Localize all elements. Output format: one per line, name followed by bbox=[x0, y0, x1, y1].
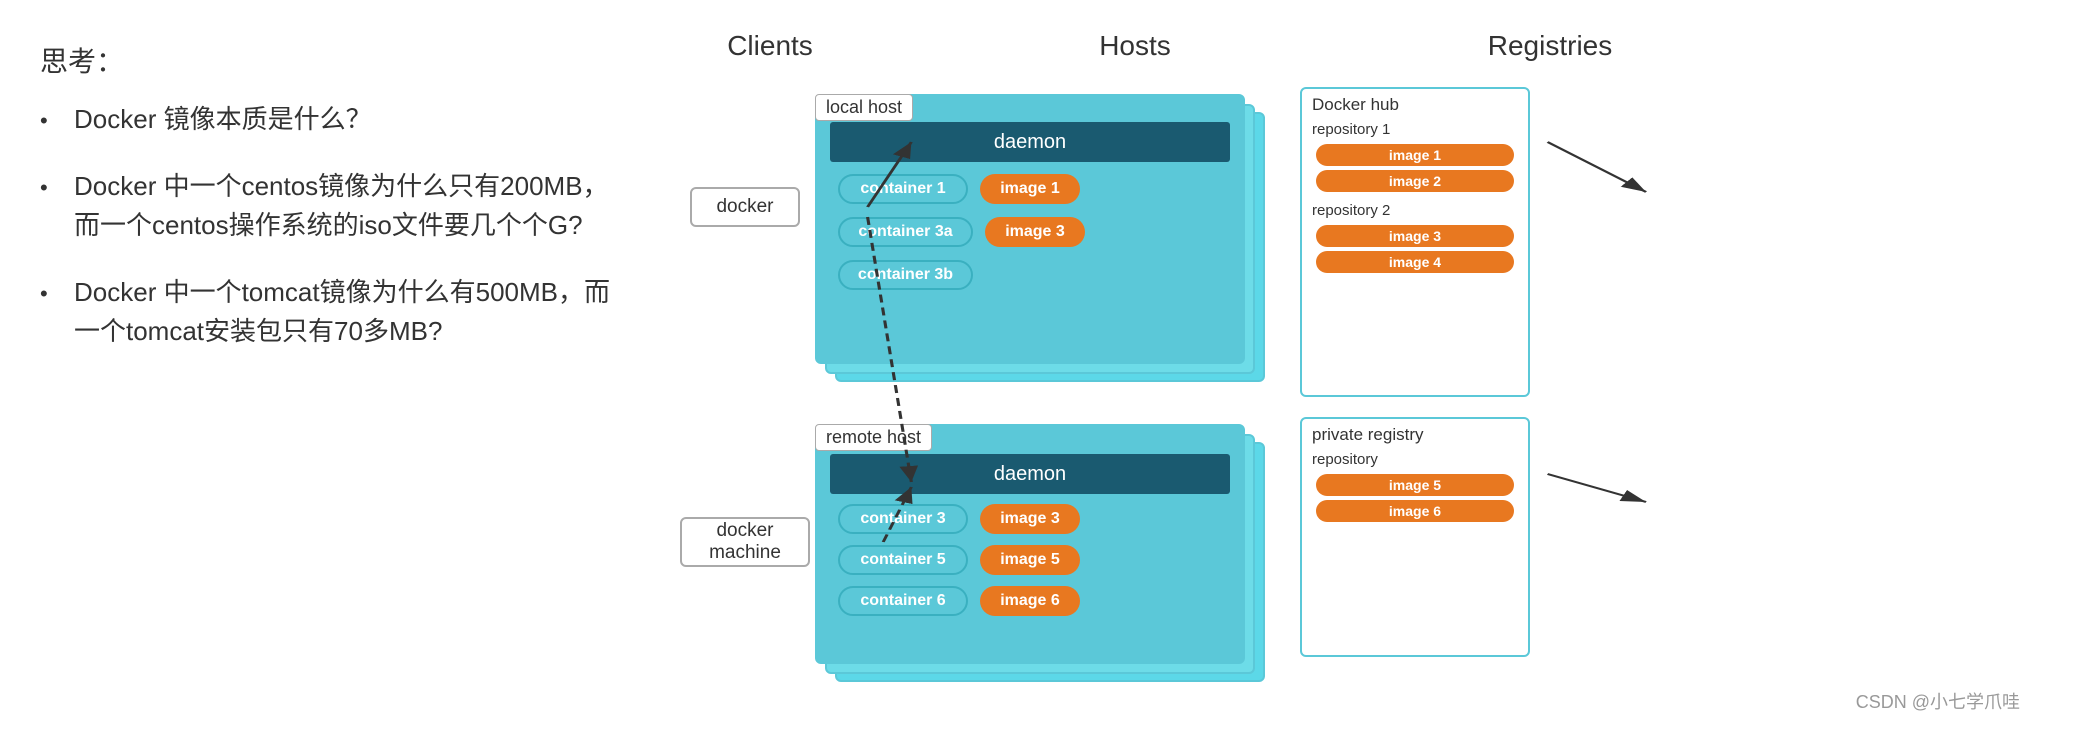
image-6: image 6 bbox=[980, 586, 1080, 616]
docker-hub-title: Docker hub bbox=[1302, 89, 1528, 117]
diagram-panel: Clients Hosts Registries local host remo… bbox=[680, 30, 2040, 724]
page-container: 思考： • Docker 镜像本质是什么？ • Docker 中一个centos… bbox=[0, 0, 2080, 754]
list-item: • Docker 中一个tomcat镜像为什么有500MB，而一个tomcat安… bbox=[40, 273, 620, 351]
container-3-remote: container 3 bbox=[838, 504, 968, 534]
daemon-local: daemon bbox=[830, 122, 1230, 162]
left-panel: 思考： • Docker 镜像本质是什么？ • Docker 中一个centos… bbox=[40, 30, 620, 724]
container-1: container 1 bbox=[838, 174, 968, 204]
private-repo-label: repository bbox=[1302, 447, 1528, 470]
repo2-image4: image 4 bbox=[1316, 251, 1514, 273]
bullet-dot: • bbox=[40, 171, 60, 204]
thinking-title: 思考： bbox=[40, 40, 620, 80]
private-registry-box: private registry repository image 5 imag… bbox=[1300, 417, 1530, 657]
bullet-text-1: Docker 镜像本质是什么？ bbox=[74, 100, 372, 139]
list-item: • Docker 中一个centos镜像为什么只有200MB，而一个centos… bbox=[40, 167, 620, 245]
private-registry-title: private registry bbox=[1302, 419, 1528, 447]
docker-machine-client: dockermachine bbox=[680, 517, 810, 567]
container-5: container 5 bbox=[838, 545, 968, 575]
private-image5: image 5 bbox=[1316, 474, 1514, 496]
bullet-dot: • bbox=[40, 104, 60, 137]
local-host-label: local host bbox=[815, 94, 913, 121]
registries-header: Registries bbox=[1410, 30, 1690, 62]
clients-header: Clients bbox=[680, 30, 860, 62]
bullet-text-3: Docker 中一个tomcat镜像为什么有500MB，而一个tomcat安装包… bbox=[74, 273, 620, 351]
list-item: • Docker 镜像本质是什么？ bbox=[40, 100, 620, 139]
container-3b: container 3b bbox=[838, 260, 973, 290]
image-3-remote: image 3 bbox=[980, 504, 1080, 534]
repo1-image2: image 2 bbox=[1316, 170, 1514, 192]
docker-client: docker bbox=[690, 187, 800, 227]
column-headers: Clients Hosts Registries bbox=[680, 30, 2040, 62]
repo2-label: repository 2 bbox=[1302, 198, 1528, 221]
hosts-header: Hosts bbox=[860, 30, 1410, 62]
daemon-remote: daemon bbox=[830, 454, 1230, 494]
image-1-local: image 1 bbox=[980, 174, 1080, 204]
repo1-label: repository 1 bbox=[1302, 117, 1528, 140]
private-image6: image 6 bbox=[1316, 500, 1514, 522]
remote-host-label: remote host bbox=[815, 424, 932, 451]
image-5: image 5 bbox=[980, 545, 1080, 575]
bullet-list: • Docker 镜像本质是什么？ • Docker 中一个centos镜像为什… bbox=[40, 100, 620, 351]
bullet-text-2: Docker 中一个centos镜像为什么只有200MB，而一个centos操作… bbox=[74, 167, 620, 245]
diagram-area: local host remote host daemon daemon con… bbox=[680, 72, 2040, 722]
repo1-image1: image 1 bbox=[1316, 144, 1514, 166]
container-3a: container 3a bbox=[838, 217, 973, 247]
docker-machine-label: dockermachine bbox=[709, 520, 781, 564]
bullet-dot: • bbox=[40, 277, 60, 310]
repo2-image3: image 3 bbox=[1316, 225, 1514, 247]
watermark: CSDN @小七学爪哇 bbox=[1856, 688, 2020, 714]
container-6: container 6 bbox=[838, 586, 968, 616]
docker-hub-box: Docker hub repository 1 image 1 image 2 … bbox=[1300, 87, 1530, 397]
image-3-local: image 3 bbox=[985, 217, 1085, 247]
